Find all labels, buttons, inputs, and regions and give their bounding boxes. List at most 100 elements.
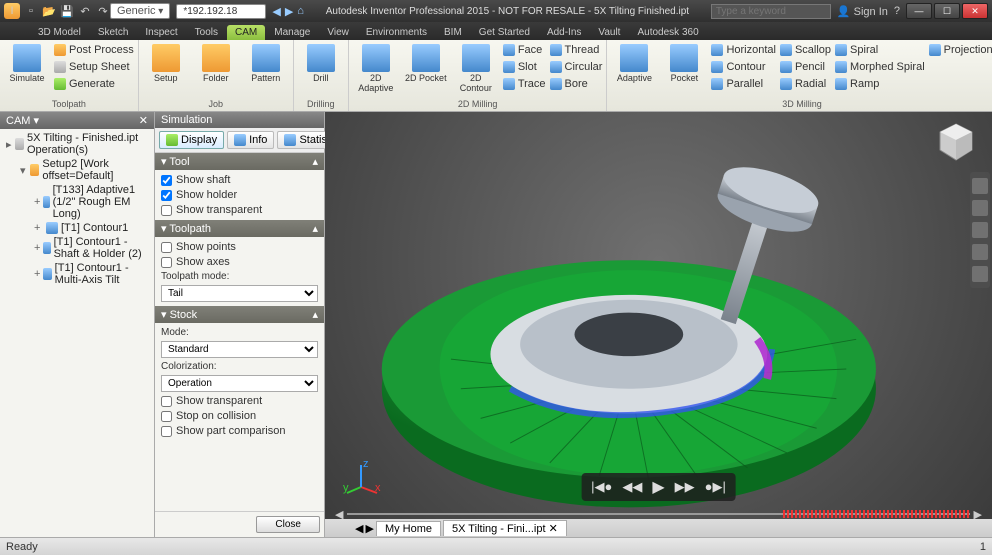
tree-op-2[interactable]: +[T1] Contour1 - Shaft & Holder (2)	[30, 235, 152, 261]
circular-button[interactable]: Circular	[550, 59, 603, 75]
help-search-input[interactable]	[711, 4, 831, 19]
chk-part-comparison[interactable]: Show part comparison	[161, 425, 318, 437]
tree-setup[interactable]: ▾Setup2 [Work offset=Default]	[16, 157, 152, 183]
maximize-button[interactable]: ☐	[934, 3, 960, 19]
horizontal-button[interactable]: Horizontal	[711, 42, 776, 58]
tab-a360[interactable]: Autodesk 360	[629, 25, 706, 40]
nav-orbit-icon[interactable]	[972, 200, 988, 216]
chk-show-axes[interactable]: Show axes	[161, 256, 318, 268]
pb-forward-icon[interactable]: ▶▶	[675, 479, 695, 495]
pb-rewind-icon[interactable]: ◀◀	[622, 479, 642, 495]
nav-lookat-icon[interactable]	[972, 266, 988, 282]
tab-environments[interactable]: Environments	[358, 25, 435, 40]
spiral-button[interactable]: Spiral	[835, 42, 925, 58]
nav-home-icon[interactable]	[972, 178, 988, 194]
pencil-button[interactable]: Pencil	[780, 59, 831, 75]
cam-browser-header[interactable]: CAM ▾✕	[0, 112, 154, 129]
tab-view[interactable]: View	[319, 25, 357, 40]
tab-sketch[interactable]: Sketch	[90, 25, 137, 40]
adaptive-button[interactable]: Adaptive	[611, 42, 657, 84]
panel-close-icon[interactable]: ✕	[139, 114, 148, 127]
doctab-next-icon[interactable]: ▶	[365, 522, 373, 535]
pocket-button[interactable]: Pocket	[661, 42, 707, 84]
tab-bim[interactable]: BIM	[436, 25, 470, 40]
contour3d-button[interactable]: Contour	[711, 59, 776, 75]
help-icon[interactable]: ?	[894, 5, 900, 17]
sim-close-button[interactable]: Close	[256, 516, 320, 533]
qat-redo-icon[interactable]: ↷	[96, 4, 110, 18]
tree-root[interactable]: ▸5X Tilting - Finished.ipt Operation(s)	[2, 131, 152, 157]
doctab-prev-icon[interactable]: ◀	[355, 522, 363, 535]
postprocess-button[interactable]: Post Process	[54, 42, 134, 58]
signin-link[interactable]: 👤 Sign In	[837, 5, 888, 18]
folder-button[interactable]: Folder	[193, 42, 239, 84]
tab-getstarted[interactable]: Get Started	[471, 25, 538, 40]
qat-undo-icon[interactable]: ↶	[78, 4, 92, 18]
toolpath-mode-select[interactable]: Tail	[161, 285, 318, 302]
chk-stock-transparent[interactable]: Show transparent	[161, 395, 318, 407]
tab-manage[interactable]: Manage	[266, 25, 318, 40]
tab-inspect[interactable]: Inspect	[137, 25, 185, 40]
tree-op-1[interactable]: +[T1] Contour1	[30, 221, 152, 235]
collapse-icon[interactable]: ▴	[312, 222, 318, 235]
qat-open-icon[interactable]: 📂	[42, 4, 56, 18]
pb-start-icon[interactable]: |◀●	[591, 479, 612, 495]
projection-button[interactable]: Projection	[929, 42, 992, 58]
setup-button[interactable]: Setup	[143, 42, 189, 84]
simtab-display[interactable]: Display	[159, 131, 224, 149]
drill-button[interactable]: Drill	[298, 42, 344, 84]
doctab-home[interactable]: My Home	[376, 521, 441, 536]
viewcube[interactable]	[934, 120, 978, 164]
pb-end-icon[interactable]: ●▶|	[705, 479, 726, 495]
tab-tools[interactable]: Tools	[187, 25, 226, 40]
nav-fwd-icon[interactable]: ▶	[285, 5, 293, 18]
collapse-icon[interactable]: ▴	[312, 155, 318, 168]
colorization-select[interactable]: Operation	[161, 375, 318, 392]
2dcontour-button[interactable]: 2D Contour	[453, 42, 499, 94]
tab-vault[interactable]: Vault	[590, 25, 628, 40]
morphed-button[interactable]: Morphed Spiral	[835, 59, 925, 75]
chk-tool-transparent[interactable]: Show transparent	[161, 204, 318, 216]
simulate-button[interactable]: Simulate	[4, 42, 50, 84]
2dpocket-button[interactable]: 2D Pocket	[403, 42, 449, 84]
minimize-button[interactable]: —	[906, 3, 932, 19]
tab-addins[interactable]: Add-Ins	[539, 25, 589, 40]
chk-show-points[interactable]: Show points	[161, 241, 318, 253]
pattern-button[interactable]: Pattern	[243, 42, 289, 84]
slot-button[interactable]: Slot	[503, 59, 546, 75]
section-tool-header[interactable]: ▾ Tool▴	[155, 153, 324, 170]
2dadaptive-button[interactable]: 2D Adaptive	[353, 42, 399, 94]
simtab-info[interactable]: Info	[227, 131, 274, 149]
nav-home-icon[interactable]: ⌂	[297, 5, 304, 17]
section-stock-header[interactable]: ▾ Stock▴	[155, 306, 324, 323]
tab-3dmodel[interactable]: 3D Model	[30, 25, 89, 40]
tab-cam[interactable]: CAM	[227, 25, 265, 40]
viewport-3d[interactable]: x y z |◀● ◀◀ ▶ ▶▶ ●▶| ◀ ▶ ◀ ▶ My Home 5X…	[325, 112, 992, 537]
tree-op-0[interactable]: +[T133] Adaptive1 (1/2" Rough EM Long)	[30, 183, 152, 221]
radial-button[interactable]: Radial	[780, 76, 831, 92]
face-button[interactable]: Face	[503, 42, 546, 58]
setupsheet-button[interactable]: Setup Sheet	[54, 59, 134, 75]
ramp-button[interactable]: Ramp	[835, 76, 925, 92]
qat-save-icon[interactable]: 💾	[60, 4, 74, 18]
pb-play-icon[interactable]: ▶	[652, 477, 664, 497]
close-button[interactable]: ✕	[962, 3, 988, 19]
nav-back-icon[interactable]: ◀	[272, 5, 280, 18]
section-toolpath-header[interactable]: ▾ Toolpath▴	[155, 220, 324, 237]
parallel-button[interactable]: Parallel	[711, 76, 776, 92]
chk-stop-collision[interactable]: Stop on collision	[161, 410, 318, 422]
nav-zoom-icon[interactable]	[972, 244, 988, 260]
generate-button[interactable]: Generate	[54, 76, 134, 92]
trace-button[interactable]: Trace	[503, 76, 546, 92]
app-icon[interactable]: I	[4, 3, 20, 19]
nav-pan-icon[interactable]	[972, 222, 988, 238]
thread-button[interactable]: Thread	[550, 42, 603, 58]
qat-new-icon[interactable]: ▫	[24, 4, 38, 18]
chk-show-shaft[interactable]: Show shaft	[161, 174, 318, 186]
address-field[interactable]: *192.192.18	[176, 4, 266, 19]
bore-button[interactable]: Bore	[550, 76, 603, 92]
chk-show-holder[interactable]: Show holder	[161, 189, 318, 201]
stock-mode-select[interactable]: Standard	[161, 341, 318, 358]
scallop-button[interactable]: Scallop	[780, 42, 831, 58]
tree-op-3[interactable]: +[T1] Contour1 - Multi-Axis Tilt	[30, 261, 152, 287]
